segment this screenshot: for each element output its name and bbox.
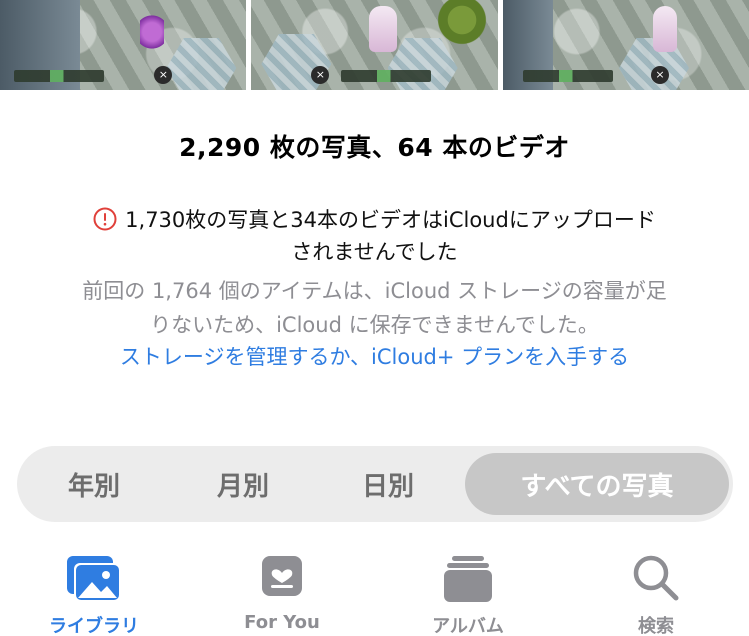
for-you-icon [262,556,302,596]
thumbnail-game-hud [522,70,613,82]
search-icon [633,555,679,601]
storage-info-line-2: りないため、iCloud に保存できませんでした。 [150,313,599,337]
albums-icon [444,556,492,602]
segment-months[interactable]: 月別 [171,453,315,515]
segment-years[interactable]: 年別 [17,453,171,515]
photo-thumbnail[interactable]: × [0,0,247,90]
upload-warning: 1,730枚の写真と34本のビデオはiCloudにアップロード されませんでした [40,204,709,268]
thumbnail-hud-close-icon: × [650,66,669,84]
thumbnail-character [652,6,677,52]
upload-warning-line-2: されませんでした [291,240,458,264]
photo-thumbnail[interactable]: × [251,0,498,90]
storage-info-line-1: 前回の 1,764 個のアイテムは、iCloud ストレージの容量が足 [82,279,667,303]
thumbnail-game-hud [341,70,432,82]
library-count-title: 2,290 枚の写真、64 本のビデオ [179,133,570,162]
thumbnail-game-hud [14,70,104,82]
thumbnail-character [369,6,398,52]
tab-bar: ライブラリ For You アルバム 検索 [0,540,749,636]
tab-for-you-label: For You [244,612,320,633]
tab-library-label: ライブラリ [49,616,139,636]
photos-library-icon [67,556,121,602]
tab-search-label: 検索 [638,616,674,636]
thumbnail-character [140,12,164,52]
exclamation-circle-icon [93,207,117,231]
tab-library[interactable]: ライブラリ [24,540,164,636]
segment-days[interactable]: 日別 [315,453,461,515]
upload-warning-line-1: 1,730枚の写真と34本のビデオはiCloudにアップロード [125,208,656,232]
tab-albums-label: アルバム [432,616,504,636]
tab-for-you[interactable]: For You [212,540,352,636]
manage-storage-link[interactable]: ストレージを管理するか、iCloud+ プランを入手する [0,341,749,371]
photo-thumbnail-strip: × × × [0,0,749,90]
thumbnail-plant [437,0,498,50]
segment-all-photos[interactable]: すべての写真 [465,453,729,515]
view-segmented-control: 年別 月別 日別 すべての写真 [17,446,733,522]
storage-info-text: 前回の 1,764 個のアイテムは、iCloud ストレージの容量が足 りないた… [40,274,709,342]
tab-albums[interactable]: アルバム [398,540,538,636]
photo-thumbnail[interactable]: × [502,0,749,90]
tab-search[interactable]: 検索 [586,540,726,636]
